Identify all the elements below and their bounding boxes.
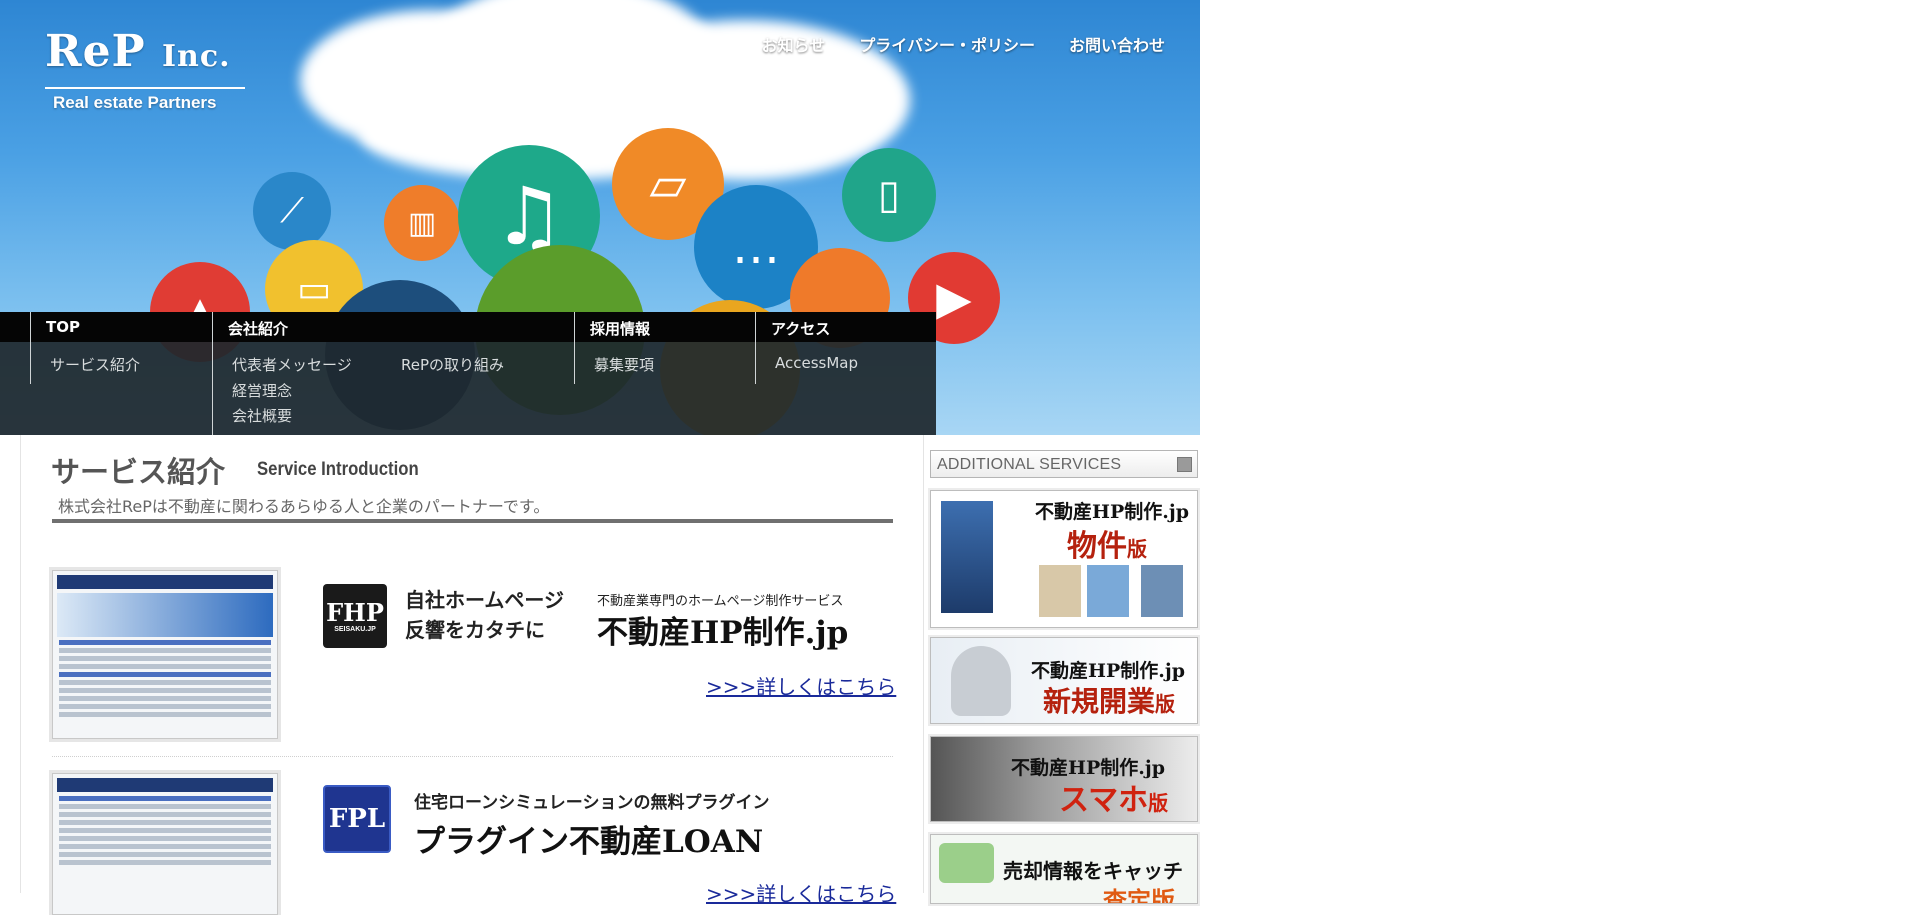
banner-highlight: 新規開業版	[1043, 685, 1176, 718]
thumbnail-line	[59, 704, 271, 709]
thumbnail-line	[59, 812, 271, 817]
thumbnail-line	[59, 860, 271, 865]
main-content: サービス紹介 Service Introduction 株式会社RePは不動産に…	[20, 435, 924, 915]
service-details-link[interactable]: >>>詳しくはこちら	[706, 671, 896, 700]
thumbnail-line	[59, 828, 271, 833]
bar-chart-icon: ▥	[384, 185, 460, 261]
menu-link-initiatives[interactable]: RePの取り組み	[401, 354, 504, 375]
thumbnail-line	[59, 852, 271, 857]
runner-image	[951, 646, 1011, 716]
thumbnail-line	[59, 664, 271, 669]
thumbnail-line	[59, 696, 271, 701]
service-logo: FHP SEISAKU.JP	[323, 584, 387, 648]
service-name: プラグイン不動産LOAN	[414, 824, 764, 860]
service-logo-text: FHP	[326, 597, 384, 627]
menu-column-recruit: 採用情報 募集要項	[574, 312, 755, 435]
sidebar-banner-newbusiness[interactable]: 不動産HP制作.jp 新規開業版	[930, 637, 1198, 724]
service-separator	[52, 756, 893, 757]
site-wrapper: ⟋ ▥ ♫ ▱ … ▯ ▶ ▲ ▭ ReP Inc. Real estate P…	[0, 0, 1200, 915]
thumbnail-line	[59, 656, 271, 661]
banner-highlight: スマホ版	[1059, 783, 1169, 818]
menu-link-message[interactable]: 代表者メッセージ	[232, 354, 352, 375]
menu-divider	[30, 312, 31, 384]
thumbnail-line	[59, 672, 271, 677]
banner-title: 売却情報をキャッチ	[1003, 859, 1183, 883]
book-icon: ▯	[842, 148, 936, 242]
thumbnail-line	[59, 680, 271, 685]
thumbnail-header	[57, 778, 273, 792]
service-thumbnail[interactable]	[52, 570, 278, 739]
service-logo-text: FPL	[328, 804, 386, 834]
menu-link-service[interactable]: サービス紹介	[50, 354, 140, 375]
menu-title-recruit[interactable]: 採用情報	[590, 318, 650, 339]
top-nav-news-link[interactable]: お知らせ	[762, 32, 826, 56]
menu-link-philosophy[interactable]: 経営理念	[232, 380, 292, 401]
thumbnail-line	[59, 836, 271, 841]
section-divider	[52, 519, 893, 523]
thumbnail-line	[59, 712, 271, 717]
menu-divider	[755, 312, 756, 384]
menu-divider	[212, 312, 213, 435]
service-catchcopy: 自社ホームページ 反響をカタチに	[405, 585, 564, 645]
banner-title: 不動産HP制作.jp	[1031, 660, 1186, 682]
service-catchcopy-line: 反響をカタチに	[405, 618, 545, 642]
sidebar-banner-smartphone[interactable]: 不動産HP制作.jp スマホ版	[930, 736, 1198, 822]
logo-tagline: Real estate Partners	[53, 93, 217, 112]
service-logo: FPL	[323, 785, 391, 853]
building-image	[941, 501, 993, 613]
menu-title-access[interactable]: アクセス	[771, 318, 830, 339]
company-logo[interactable]: ReP Inc. Real estate Partners	[45, 28, 245, 113]
section-subtitle: Service Introduction	[257, 459, 419, 480]
section-title: サービス紹介	[51, 455, 226, 489]
logo-divider	[45, 87, 245, 89]
menu-link-requirements[interactable]: 募集要項	[594, 354, 654, 375]
thumbnail-line	[59, 648, 271, 653]
menu-title-top[interactable]: TOP	[46, 318, 80, 336]
corner-icon	[1177, 457, 1192, 472]
service-name: 不動産HP制作.jp	[597, 615, 849, 651]
thumbnail-line	[59, 796, 271, 801]
banner-title: 不動産HP制作.jp	[1035, 501, 1190, 523]
menu-link-profile[interactable]: 会社概要	[232, 405, 292, 426]
photo-thumbnail	[1141, 565, 1183, 617]
menu-title-company[interactable]: 会社紹介	[228, 318, 288, 339]
thumbnail-line	[59, 804, 271, 809]
thumbnail-line	[59, 844, 271, 849]
menu-link-accessmap[interactable]: AccessMap	[775, 354, 858, 372]
photo-thumbnail	[1087, 565, 1129, 617]
menu-divider	[574, 312, 575, 384]
logo-wordmark: ReP Inc.	[45, 26, 231, 77]
thumbnail-line	[59, 688, 271, 693]
photo-thumbnail	[1039, 565, 1081, 617]
global-mega-menu: TOP サービス紹介 会社紹介 代表者メッセージ RePの取り組み 経営理念 会…	[0, 312, 936, 435]
banner-highlight: 物件版	[1067, 529, 1147, 564]
sidebar-banner-property[interactable]: 不動産HP制作.jp 物件版	[930, 490, 1198, 628]
top-nav-privacy-link[interactable]: プライバシー・ポリシー	[859, 32, 1035, 56]
service-tagline: 住宅ローンシミュレーションの無料プラグイン	[414, 793, 770, 813]
sidebar-banner-sale[interactable]: 売却情報をキャッチ 査定版	[930, 834, 1198, 904]
sidebar-header: ADDITIONAL SERVICES	[930, 450, 1198, 478]
top-nav: お知らせ プライバシー・ポリシー お問い合わせ	[762, 32, 1165, 56]
house-illustration	[939, 843, 994, 883]
sidebar-header-label: ADDITIONAL SERVICES	[937, 456, 1122, 473]
section-description: 株式会社RePは不動産に関わるあらゆる人と企業のパートナーです。	[58, 497, 550, 516]
service-logo-subtext: SEISAKU.JP	[334, 625, 376, 633]
thumbnail-line	[59, 820, 271, 825]
service-thumbnail[interactable]	[52, 773, 278, 915]
menu-column-access: アクセス AccessMap	[755, 312, 936, 435]
thumbnail-header	[57, 575, 273, 589]
header-hero: ⟋ ▥ ♫ ▱ … ▯ ▶ ▲ ▭ ReP Inc. Real estate P…	[0, 0, 1200, 435]
thumbnail-line	[59, 640, 271, 645]
top-nav-contact-link[interactable]: お問い合わせ	[1069, 32, 1165, 56]
menu-column-company: 会社紹介 代表者メッセージ RePの取り組み 経営理念 会社概要	[212, 312, 574, 435]
thumbnail-hero	[57, 593, 273, 637]
menu-column-top: TOP サービス紹介	[30, 312, 212, 435]
service-catchcopy-line: 自社ホームページ	[405, 588, 564, 612]
line-chart-icon: ⟋	[253, 172, 331, 250]
